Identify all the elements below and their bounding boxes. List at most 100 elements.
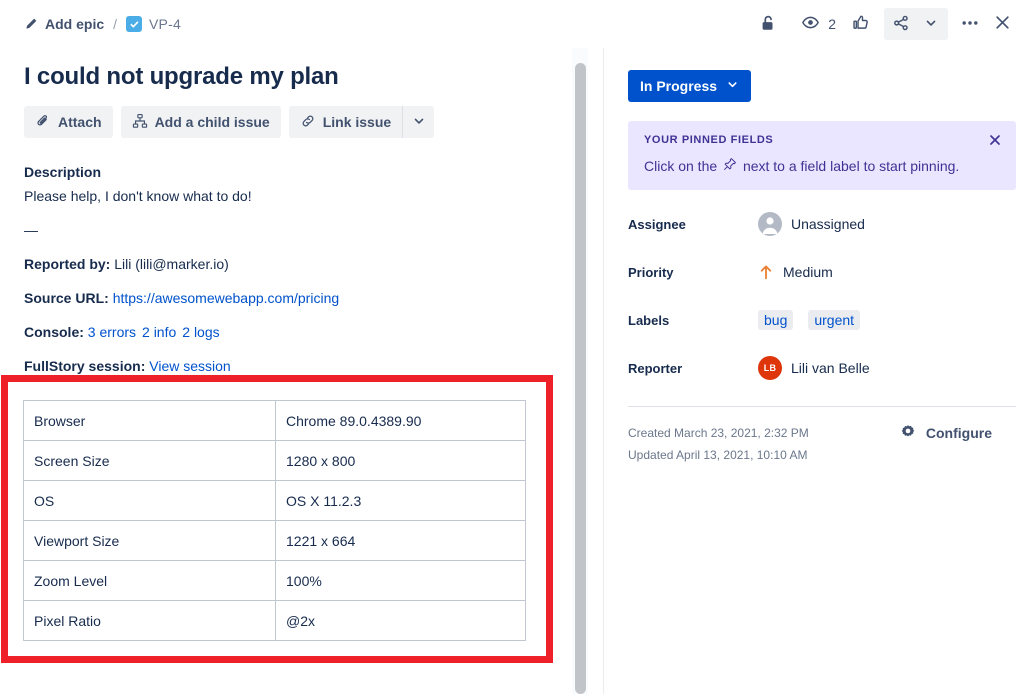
- more-link-options-button[interactable]: [402, 106, 435, 138]
- table-cell-value: 1280 x 800: [275, 440, 526, 481]
- lock-button[interactable]: [752, 8, 784, 40]
- page-title: I could not upgrade my plan: [24, 63, 339, 90]
- share-button[interactable]: [886, 8, 916, 40]
- table-cell-value: 100%: [275, 560, 526, 601]
- task-check-icon: [126, 16, 143, 32]
- more-horizontal-icon: [960, 13, 980, 36]
- console-errors-link[interactable]: 3 errors: [88, 324, 136, 340]
- console-label: Console:: [24, 324, 84, 340]
- field-priority: Priority Medium: [628, 258, 1016, 286]
- issue-detail-view: Add epic / VP-4 2 I could not upgrade my…: [0, 0, 1032, 694]
- breadcrumb-separator: /: [113, 16, 118, 32]
- table-cell-key: Zoom Level: [23, 560, 276, 601]
- configure-button[interactable]: Configure: [899, 422, 992, 443]
- user-avatar-icon: [758, 212, 782, 236]
- environment-table-body: Browser Chrome 89.0.4389.90 Screen Size …: [23, 400, 526, 641]
- source-url-label: Source URL:: [24, 290, 109, 306]
- sidebar-footer: Created March 23, 2021, 2:32 PM Updated …: [628, 422, 1016, 466]
- breadcrumb-issue-key-label: VP-4: [149, 16, 181, 32]
- share-icon: [892, 14, 910, 35]
- field-value-assignee[interactable]: Unassigned: [758, 212, 865, 236]
- table-cell-key: Viewport Size: [23, 520, 276, 561]
- priority-name: Medium: [783, 264, 833, 280]
- console-line: Console: 3 errors 2 info 2 logs: [24, 322, 554, 342]
- console-logs-link[interactable]: 2 logs: [182, 324, 219, 340]
- field-labels: Labels bug urgent: [628, 306, 1016, 334]
- timestamps: Created March 23, 2021, 2:32 PM Updated …: [628, 422, 809, 466]
- table-row: OS OS X 11.2.3: [23, 480, 526, 521]
- table-row: Pixel Ratio @2x: [23, 600, 526, 641]
- issue-sidebar: In Progress YOUR PINNED FIELDS Click on …: [613, 48, 1032, 694]
- field-value-reporter[interactable]: LB Lili van Belle: [758, 356, 870, 380]
- close-icon: [993, 13, 1012, 35]
- link-issue-button[interactable]: Link issue: [288, 106, 403, 138]
- table-cell-key: Pixel Ratio: [23, 600, 276, 641]
- configure-label: Configure: [925, 424, 992, 441]
- table-row: Zoom Level 100%: [23, 560, 526, 601]
- breadcrumb-add-epic-label: Add epic: [45, 16, 105, 32]
- vote-button[interactable]: [844, 8, 876, 40]
- top-bar-actions: 2: [752, 8, 1018, 40]
- console-info-link[interactable]: 2 info: [142, 324, 176, 340]
- status-button[interactable]: In Progress: [628, 70, 752, 102]
- watch-group[interactable]: 2: [794, 8, 836, 40]
- field-label-assignee: Assignee: [628, 216, 686, 232]
- created-timestamp: Created March 23, 2021, 2:32 PM: [628, 426, 809, 440]
- assignee-name: Unassigned: [791, 216, 865, 232]
- link-issue-label: Link issue: [322, 114, 392, 130]
- table-cell-value: OS X 11.2.3: [275, 480, 526, 521]
- close-button[interactable]: [986, 8, 1018, 40]
- breadcrumb: Add epic / VP-4: [24, 16, 181, 32]
- watch-button[interactable]: [794, 8, 826, 40]
- priority-medium-arrow-icon: [758, 264, 774, 280]
- scrollbar-thumb[interactable]: [575, 63, 586, 694]
- thumbs-up-icon: [851, 13, 870, 35]
- field-assignee: Assignee Unassigned: [628, 210, 1016, 238]
- status-button-label: In Progress: [640, 78, 718, 94]
- description-divider: —: [24, 222, 38, 238]
- label-chip-bug[interactable]: bug: [758, 310, 794, 330]
- field-reporter: Reporter LB Lili van Belle: [628, 354, 1016, 382]
- add-child-issue-button[interactable]: Add a child issue: [120, 106, 281, 138]
- field-label-labels: Labels: [628, 312, 670, 328]
- eye-icon: [801, 13, 820, 35]
- share-dropdown-button[interactable]: [916, 8, 946, 40]
- avatar: LB: [758, 356, 782, 380]
- source-url-line: Source URL: https://awesomewebapp.com/pr…: [24, 288, 554, 308]
- pencil-icon: [24, 17, 38, 31]
- label-chip-urgent[interactable]: urgent: [808, 310, 861, 330]
- reported-by-line: Reported by: Lili (lili@marker.io): [24, 254, 554, 274]
- attach-button-label: Attach: [58, 114, 102, 130]
- field-label-priority: Priority: [628, 264, 674, 280]
- pin-icon: [723, 157, 737, 175]
- sidebar-divider: [628, 406, 1016, 407]
- link-issue-split-button: Link issue: [288, 106, 435, 138]
- field-value-priority[interactable]: Medium: [758, 264, 833, 280]
- issue-action-row: Attach Add a child issue Link issue: [24, 106, 554, 138]
- table-row: Browser Chrome 89.0.4389.90: [23, 400, 526, 441]
- field-label-reporter: Reporter: [628, 360, 683, 376]
- more-actions-button[interactable]: [954, 8, 986, 40]
- fullstory-session-link[interactable]: View session: [149, 358, 230, 374]
- breadcrumb-issue-key[interactable]: VP-4: [126, 16, 181, 32]
- table-cell-key: OS: [23, 480, 276, 521]
- table-row: Screen Size 1280 x 800: [23, 440, 526, 481]
- environment-table: Browser Chrome 89.0.4389.90 Screen Size …: [23, 400, 526, 641]
- pinned-banner-close-button[interactable]: [985, 131, 1005, 151]
- pinned-fields-banner: YOUR PINNED FIELDS Click on the next to …: [628, 121, 1016, 190]
- close-icon: [988, 133, 1002, 150]
- description-heading: Description: [24, 164, 102, 180]
- child-issue-icon: [132, 113, 148, 132]
- breadcrumb-add-epic[interactable]: Add epic: [24, 16, 104, 32]
- share-group[interactable]: [884, 8, 948, 40]
- table-cell-value: Chrome 89.0.4389.90: [275, 400, 526, 441]
- attach-button[interactable]: Attach: [24, 106, 113, 138]
- gear-icon: [899, 422, 917, 443]
- field-value-labels: bug urgent: [758, 310, 866, 330]
- add-child-issue-label: Add a child issue: [154, 114, 270, 130]
- pane-divider: [603, 48, 604, 694]
- pinned-message-after: next to a field label to start pinning.: [742, 158, 960, 174]
- fullstory-label: FullStory session:: [24, 358, 146, 374]
- source-url-link[interactable]: https://awesomewebapp.com/pricing: [113, 290, 339, 306]
- watch-count: 2: [828, 16, 836, 32]
